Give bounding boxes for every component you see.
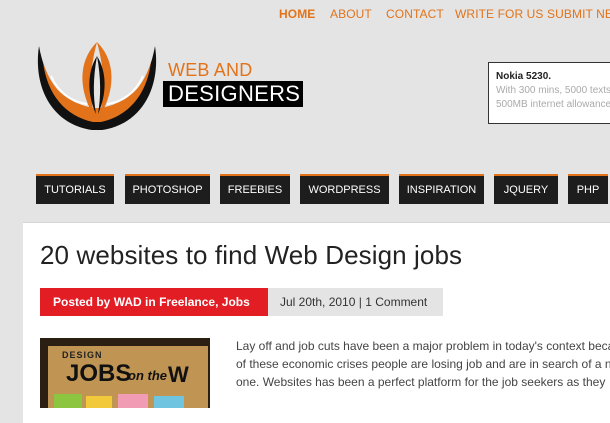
excerpt-line: of these economic crises people are losi… bbox=[236, 357, 610, 371]
sticky-note-green bbox=[54, 394, 82, 408]
post-title[interactable]: 20 websites to find Web Design jobs bbox=[40, 240, 462, 271]
post-author-meta: Posted by WAD in Freelance, Jobs bbox=[40, 288, 268, 316]
nav-jquery-tab[interactable]: JQUERY bbox=[494, 174, 558, 204]
comments-link[interactable]: 1 Comment bbox=[365, 295, 427, 309]
posted-by-label: Posted by bbox=[53, 295, 111, 309]
post-author-link[interactable]: WAD bbox=[114, 295, 142, 309]
sticky-note-blue bbox=[154, 396, 184, 408]
nav-submit-news-link[interactable]: SUBMIT NEWS bbox=[547, 7, 610, 21]
nav-php-tab[interactable]: PHP bbox=[568, 174, 608, 204]
brand-name-top: WEB AND bbox=[168, 60, 253, 80]
thumbnail-text-on-the: on the bbox=[128, 368, 167, 383]
ad-line-2: 500MB internet allowance bbox=[496, 99, 610, 110]
thumbnail-text-w: W bbox=[168, 362, 189, 387]
nav-wordpress-tab[interactable]: WORDPRESS bbox=[300, 174, 389, 204]
nav-inspiration-tab[interactable]: INSPIRATION bbox=[399, 174, 484, 204]
thumbnail-text-jobs: JOBS bbox=[66, 360, 132, 387]
post-date: Jul 20th, 2010 bbox=[280, 295, 356, 309]
nav-about-link[interactable]: ABOUT bbox=[330, 7, 372, 21]
nav-tutorials-tab[interactable]: TUTORIALS bbox=[36, 174, 114, 204]
nav-home-link[interactable]: HOME bbox=[279, 7, 315, 21]
excerpt-line: one. Websites has been a perfect platfor… bbox=[236, 375, 606, 389]
site-header: HOME ABOUT CONTACT WRITE FOR US SUBMIT N… bbox=[0, 0, 610, 205]
nav-photoshop-tab[interactable]: PHOTOSHOP bbox=[125, 174, 210, 204]
post-thumbnail[interactable]: DESIGN JOBS on the W bbox=[40, 338, 210, 408]
nav-freebies-tab[interactable]: FREEBIES bbox=[220, 174, 290, 204]
in-label: in bbox=[145, 295, 156, 309]
post-categories-link[interactable]: Freelance, Jobs bbox=[159, 295, 250, 309]
site-logo[interactable] bbox=[37, 36, 157, 134]
thumbnail-text-design: DESIGN bbox=[62, 350, 103, 360]
post-excerpt: Lay off and job cuts have been a major p… bbox=[236, 337, 610, 391]
advertisement-box[interactable]: Nokia 5230. With 300 mins, 5000 texts 50… bbox=[488, 62, 610, 124]
excerpt-line: Lay off and job cuts have been a major p… bbox=[236, 339, 610, 353]
main-navigation: TUTORIALS PHOTOSHOP FREEBIES WORDPRESS I… bbox=[0, 174, 610, 206]
ad-title: Nokia 5230. bbox=[496, 71, 552, 82]
post-date-meta: Jul 20th, 2010 | 1 Comment bbox=[268, 288, 443, 316]
ad-line-1: With 300 mins, 5000 texts bbox=[496, 85, 610, 96]
top-navigation: HOME ABOUT CONTACT WRITE FOR US SUBMIT N… bbox=[0, 7, 610, 23]
sticky-note-yellow bbox=[86, 396, 112, 408]
nav-write-for-us-link[interactable]: WRITE FOR US bbox=[455, 7, 544, 21]
nav-contact-link[interactable]: CONTACT bbox=[386, 7, 444, 21]
brand-name-bottom: DESIGNERS bbox=[163, 81, 303, 107]
sticky-note-pink bbox=[118, 394, 148, 408]
meta-separator: | bbox=[358, 295, 362, 309]
